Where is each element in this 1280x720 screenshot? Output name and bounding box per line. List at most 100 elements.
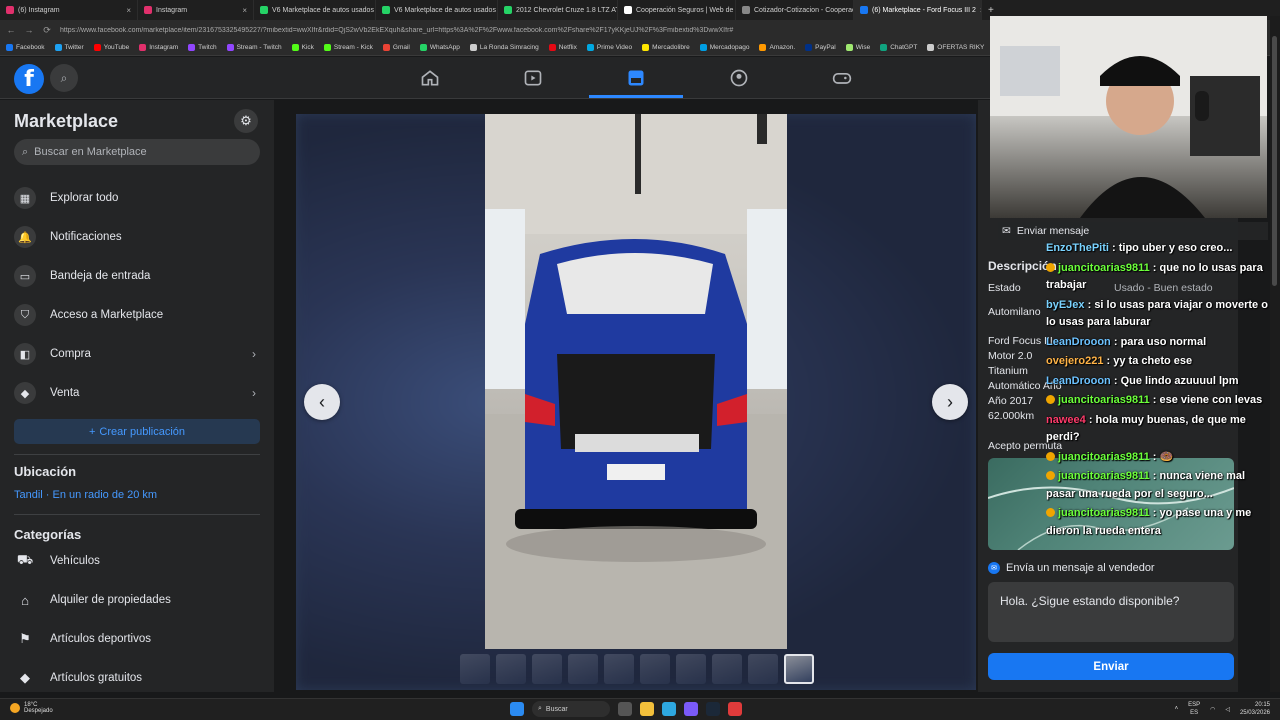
- clock[interactable]: 20:15 25/03/2026: [1240, 701, 1270, 717]
- taskbar-search[interactable]: ⌕ Buscar: [532, 701, 610, 717]
- bookmark-item[interactable]: Stream - Twitch: [226, 44, 282, 51]
- browser-tab[interactable]: (6) Instagram ×: [0, 0, 138, 20]
- location-link[interactable]: Tandil · En un radio de 20 km: [14, 489, 157, 501]
- browser-tab[interactable]: V6 Marketplace de autos usados×: [254, 0, 376, 20]
- bookmark-item[interactable]: Netflix: [548, 44, 577, 51]
- location-heading: Ubicación: [14, 464, 77, 479]
- photo-thumbnail[interactable]: [640, 654, 670, 684]
- browser-tab[interactable]: Cotizador-Cotizacion - Cooperaci×: [736, 0, 854, 20]
- task-view-icon[interactable]: [618, 702, 632, 716]
- photo-thumbnail[interactable]: [496, 654, 526, 684]
- bookmark-item[interactable]: Mercadopago: [699, 44, 749, 51]
- photo-thumbnail[interactable]: [604, 654, 634, 684]
- weather-widget[interactable]: 18°C Despejado: [10, 702, 53, 714]
- browser-tab[interactable]: Cooperación Seguros | Web de Cl×: [618, 0, 736, 20]
- steam-icon[interactable]: [706, 702, 720, 716]
- browser-tab[interactable]: Instagram ×: [138, 0, 254, 20]
- car-photo[interactable]: [485, 114, 787, 649]
- photo-thumbnail[interactable]: [460, 654, 490, 684]
- bookmark-item[interactable]: ChatGPT: [880, 44, 917, 51]
- category-label: Artículos gratuitos: [50, 672, 143, 684]
- bookmark-item[interactable]: Prime Video: [586, 44, 632, 51]
- app-icon[interactable]: [728, 702, 742, 716]
- bookmark-favicon-icon: [469, 44, 477, 51]
- bookmark-item[interactable]: OFERTAS RIKY: [927, 44, 984, 51]
- browser-tab[interactable]: V6 Marketplace de autos usados×: [376, 0, 498, 20]
- back-icon[interactable]: ←: [6, 25, 16, 35]
- photo-thumbnail[interactable]: [784, 654, 814, 684]
- send-message-button[interactable]: ✉ Enviar mensaje: [998, 222, 1268, 240]
- marketplace-search[interactable]: ⌕: [14, 139, 260, 165]
- new-tab-button[interactable]: +: [982, 5, 1000, 16]
- send-button[interactable]: Enviar: [988, 653, 1234, 680]
- photo-thumbnail[interactable]: [712, 654, 742, 684]
- bookmark-item[interactable]: Twitter: [54, 44, 84, 51]
- close-icon[interactable]: ×: [126, 6, 131, 15]
- sidebar-item[interactable]: ◧ Compra ›: [14, 338, 260, 370]
- home-icon[interactable]: [383, 65, 477, 91]
- gear-icon[interactable]: ⚙: [234, 109, 258, 133]
- photo-thumbnail[interactable]: [532, 654, 562, 684]
- chevron-up-icon[interactable]: ˄: [1175, 706, 1179, 712]
- message-seller-label: Envía un mensaje al vendedor: [1006, 562, 1155, 574]
- video-icon[interactable]: [486, 65, 580, 91]
- category-item[interactable]: ⛟ Vehículos: [14, 547, 260, 575]
- message-input[interactable]: Hola. ¿Sigue estando disponible?: [988, 582, 1234, 642]
- speaker-icon[interactable]: ◁: [1225, 706, 1230, 713]
- photo-thumbnail[interactable]: [676, 654, 706, 684]
- bookmark-item[interactable]: Gmail: [382, 44, 410, 51]
- edge-icon[interactable]: [662, 702, 676, 716]
- address-field[interactable]: https://www.facebook.com/marketplace/ite…: [60, 27, 760, 34]
- language-sub: ES: [1190, 710, 1199, 716]
- previous-photo-button[interactable]: ‹: [304, 384, 340, 420]
- photo-thumbnail[interactable]: [568, 654, 598, 684]
- category-item[interactable]: ⚑ Artículos deportivos: [14, 625, 260, 653]
- bookmark-item[interactable]: Facebook: [6, 44, 45, 51]
- file-explorer-icon[interactable]: [640, 702, 654, 716]
- sidebar-item[interactable]: ◆ Venta ›: [14, 377, 260, 409]
- create-listing-button[interactable]: + Crear publicación: [14, 419, 260, 444]
- marketplace-icon[interactable]: [589, 65, 683, 91]
- bookmark-item[interactable]: Wise: [845, 44, 870, 51]
- page-scrollbar[interactable]: [1270, 16, 1280, 692]
- bookmark-item[interactable]: PayPal: [805, 44, 836, 51]
- bookmark-item[interactable]: Kick: [291, 44, 314, 51]
- windows-start-icon[interactable]: [510, 702, 524, 716]
- search-icon[interactable]: ⌕: [50, 64, 78, 92]
- sidebar-item[interactable]: 🔔 Notificaciones: [14, 221, 260, 253]
- forward-icon[interactable]: →: [24, 25, 34, 35]
- bookmark-label: ChatGPT: [890, 44, 918, 51]
- photo-thumbnail[interactable]: [748, 654, 778, 684]
- next-photo-button[interactable]: ›: [932, 384, 968, 420]
- bookmark-item[interactable]: YouTube: [93, 44, 129, 51]
- bookmark-item[interactable]: La Ronda Simracing: [469, 44, 539, 51]
- sidebar-item[interactable]: ⛉ Acceso a Marketplace: [14, 299, 260, 331]
- browser-tab[interactable]: 2012 Chevrolet Cruze 1.8 LTZ AT×: [498, 0, 618, 20]
- reload-icon[interactable]: ⟳: [42, 25, 52, 36]
- bookmark-item[interactable]: Amazon.: [759, 44, 795, 51]
- gaming-icon[interactable]: [795, 65, 889, 91]
- bookmark-favicon-icon: [586, 44, 594, 51]
- send-message-label: Enviar mensaje: [1016, 225, 1090, 237]
- search-input[interactable]: [34, 146, 235, 158]
- sidebar-item-label: Venta: [50, 387, 80, 399]
- bookmark-item[interactable]: Instagram: [139, 44, 178, 51]
- scrollbar-thumb[interactable]: [1272, 36, 1277, 286]
- category-item[interactable]: ⌂ Alquiler de propiedades: [14, 586, 260, 614]
- bookmark-item[interactable]: Mercadolibre: [642, 44, 690, 51]
- app-icon[interactable]: [684, 702, 698, 716]
- facebook-logo-icon[interactable]: f: [14, 64, 44, 94]
- bookmark-item[interactable]: Stream - Kick: [323, 44, 373, 51]
- sidebar-item[interactable]: ▭ Bandeja de entrada: [14, 260, 260, 292]
- language-indicator[interactable]: ESP: [1188, 701, 1200, 709]
- close-icon[interactable]: ×: [242, 6, 247, 15]
- chat-username: nawee4: [1046, 413, 1086, 426]
- sidebar-item[interactable]: ▦ Explorar todo: [14, 182, 260, 214]
- browser-tab[interactable]: (6) Marketplace - Ford Focus III 2×: [854, 0, 982, 20]
- bookmark-item[interactable]: WhatsApp: [419, 44, 460, 51]
- category-item[interactable]: ◆ Artículos gratuitos: [14, 664, 260, 692]
- bookmark-label: Instagram: [149, 44, 179, 51]
- groups-icon[interactable]: [692, 65, 786, 91]
- wifi-icon[interactable]: ◠: [1210, 706, 1215, 713]
- bookmark-item[interactable]: Twitch: [188, 44, 217, 51]
